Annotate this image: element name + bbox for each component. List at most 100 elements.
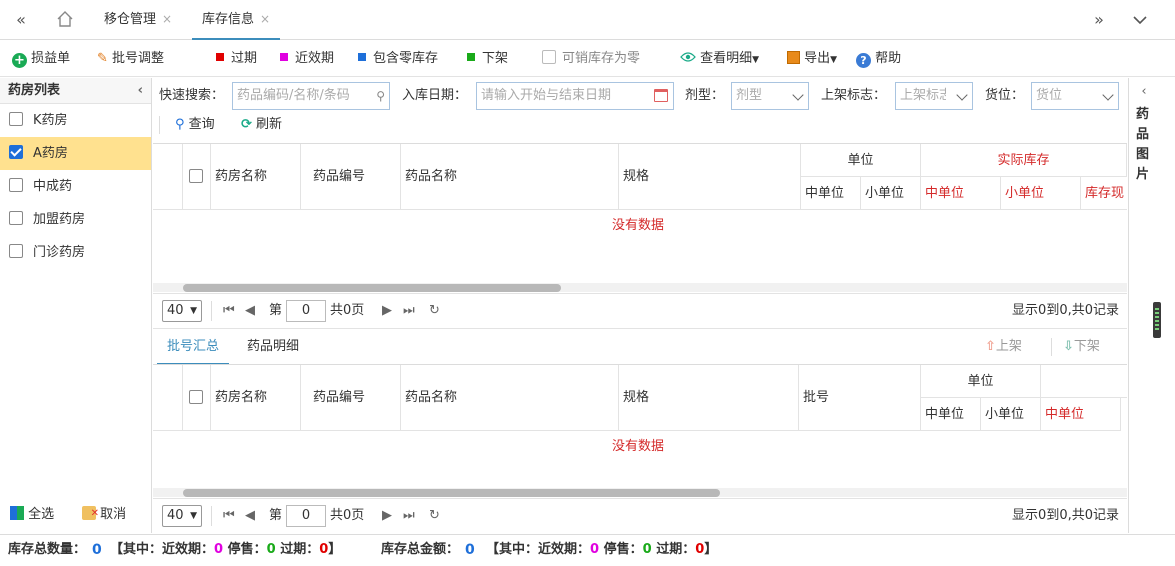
scrollbar-thumb[interactable]: [183, 489, 720, 497]
export-label: 导出: [804, 51, 831, 66]
green-square-icon: [467, 53, 475, 61]
prev-page-icon[interactable]: ◀: [245, 499, 255, 533]
arrow-up-icon: ⇧: [985, 339, 996, 354]
checkbox-checked-icon[interactable]: [9, 145, 23, 159]
refresh-button[interactable]: ⟳ 刷新: [241, 114, 282, 136]
checkbox-icon[interactable]: [189, 390, 203, 404]
col-spec[interactable]: 规格: [619, 365, 799, 431]
reload-icon[interactable]: ↻: [429, 294, 440, 328]
checkbox-icon[interactable]: [9, 211, 23, 225]
checkbox-icon[interactable]: [9, 244, 23, 258]
close-icon[interactable]: ×: [260, 12, 270, 26]
sidebar-item-label: 门诊药房: [33, 245, 86, 260]
page-size-select[interactable]: 40 ▼: [162, 505, 202, 527]
in-date-label: 入库日期：: [402, 88, 468, 103]
sellable-zero-label: 可销库存为零: [562, 51, 641, 66]
sidebar-item-a-pharmacy[interactable]: A药房: [0, 137, 151, 170]
in-date-input[interactable]: 请输入开始与结束日期: [476, 82, 674, 110]
prev-page-icon[interactable]: ◀: [245, 294, 255, 328]
col-small-unit[interactable]: 小单位: [861, 177, 921, 210]
amt-near-label: 【其中：近效期：: [486, 542, 591, 557]
total-amount-label: 库存总金额：: [381, 542, 460, 557]
refresh-label: 刷新: [256, 117, 283, 132]
last-page-icon[interactable]: ⏭: [403, 499, 415, 533]
col-batch[interactable]: 批号: [799, 365, 921, 431]
search-icon[interactable]: ⚲: [376, 83, 385, 109]
horizontal-scrollbar[interactable]: [153, 488, 1127, 497]
quick-search-input[interactable]: 药品编码/名称/条码 ⚲: [232, 82, 390, 110]
sidebar-title: 药房列表 ‹: [0, 78, 151, 104]
checkbox-icon[interactable]: [9, 178, 23, 192]
location-select[interactable]: 货位: [1031, 82, 1119, 110]
total-qty-value: 0: [92, 542, 102, 558]
col-stock-mid-unit[interactable]: 中单位: [1041, 398, 1121, 431]
first-page-icon[interactable]: ⏮: [223, 499, 235, 533]
batch-adjust-button[interactable]: ✎ 批号调整: [97, 41, 164, 77]
sidebar-item-chinese-patent[interactable]: 中成药: [0, 170, 151, 203]
col-mid-unit[interactable]: 中单位: [801, 177, 861, 210]
chevron-left-icon[interactable]: ‹: [1129, 84, 1159, 99]
chevron-down-icon[interactable]: [1125, 0, 1155, 40]
col-stock-mid-unit[interactable]: 中单位: [921, 177, 1001, 210]
next-page-icon[interactable]: ▶: [382, 294, 392, 328]
sidebar-item-franchise[interactable]: 加盟药房: [0, 203, 151, 236]
col-stock-small-unit[interactable]: 小单位: [1001, 177, 1081, 210]
tab-label: 库存信息: [202, 12, 255, 27]
checkbox-icon[interactable]: [9, 112, 23, 126]
sellable-zero-checkbox[interactable]: 可销库存为零: [542, 41, 640, 77]
scrollbar-thumb[interactable]: [183, 284, 561, 292]
sidebar-item-outpatient[interactable]: 门诊药房: [0, 236, 151, 269]
cancel-button[interactable]: ✕ 取消: [82, 505, 126, 525]
select-all-button[interactable]: 全选: [10, 505, 54, 525]
last-page-icon[interactable]: ⏭: [403, 294, 415, 328]
export-button[interactable]: 导出▼: [787, 41, 837, 77]
help-button[interactable]: ? 帮助: [856, 41, 901, 77]
col-actual-stock-group: 实际库存: [921, 144, 1127, 177]
next-page-icon[interactable]: ▶: [382, 499, 392, 533]
col-pharmacy-name[interactable]: 药房名称: [211, 144, 301, 210]
tab-stock-info[interactable]: 库存信息 ×: [192, 0, 281, 40]
legend-zero-stock: 包含零库存: [358, 41, 438, 77]
shelf-off-button[interactable]: ⇩下架: [1063, 329, 1100, 365]
col-small-unit[interactable]: 小单位: [981, 398, 1041, 431]
page-size-value: 40: [167, 303, 184, 318]
double-chevron-right-icon[interactable]: »: [1084, 0, 1114, 40]
tab-transfer-management[interactable]: 移仓管理 ×: [94, 0, 182, 40]
page-number-input[interactable]: 0: [286, 300, 326, 322]
batch-adjust-label: 批号调整: [112, 51, 165, 66]
home-icon[interactable]: [50, 0, 80, 40]
view-detail-button[interactable]: 查看明细▼: [680, 41, 759, 77]
dosage-select[interactable]: 剂型: [731, 82, 809, 110]
col-drug-code[interactable]: 药品编号: [301, 144, 401, 210]
tab-batch-summary[interactable]: 批号汇总: [157, 329, 230, 365]
shelf-select[interactable]: 上架标志: [895, 82, 973, 110]
tab-drug-detail[interactable]: 药品明细: [237, 329, 309, 365]
shelf-on-button[interactable]: ⇧上架: [985, 329, 1022, 365]
grid-icon: [10, 506, 24, 520]
col-drug-code[interactable]: 药品编号: [301, 365, 401, 431]
page-total: 共0页: [330, 303, 365, 318]
query-button[interactable]: ⚲ 查询: [175, 114, 215, 136]
col-mid-unit[interactable]: 中单位: [921, 398, 981, 431]
page-number-input[interactable]: 0: [286, 505, 326, 527]
stock-grid: 药房名称 药品编号 药品名称 规格 单位 实际库存 中单位 小单位 中单位 小单…: [153, 143, 1127, 293]
first-page-icon[interactable]: ⏮: [223, 294, 235, 328]
col-spec[interactable]: 规格: [619, 144, 801, 210]
horizontal-scrollbar[interactable]: [153, 283, 1127, 292]
reload-icon[interactable]: ↻: [429, 499, 440, 533]
calendar-icon[interactable]: [654, 89, 668, 102]
col-drug-name[interactable]: 药品名称: [401, 144, 619, 210]
close-icon[interactable]: ×: [162, 12, 172, 26]
col-stock-current[interactable]: 库存现: [1081, 177, 1127, 210]
double-chevron-left-icon[interactable]: «: [6, 0, 36, 40]
col-drug-name[interactable]: 药品名称: [401, 365, 619, 431]
pencil-icon: ✎: [97, 51, 108, 66]
sidebar-item-k-pharmacy[interactable]: K药房: [0, 104, 151, 137]
side-handle[interactable]: [1153, 302, 1161, 338]
divider: [1051, 338, 1052, 356]
loss-gain-button[interactable]: + 损益单: [12, 41, 70, 77]
col-pharmacy-name[interactable]: 药房名称: [211, 365, 301, 431]
page-size-select[interactable]: 40 ▼: [162, 300, 202, 322]
chevron-left-icon[interactable]: ‹: [138, 78, 143, 104]
checkbox-icon[interactable]: [189, 169, 203, 183]
